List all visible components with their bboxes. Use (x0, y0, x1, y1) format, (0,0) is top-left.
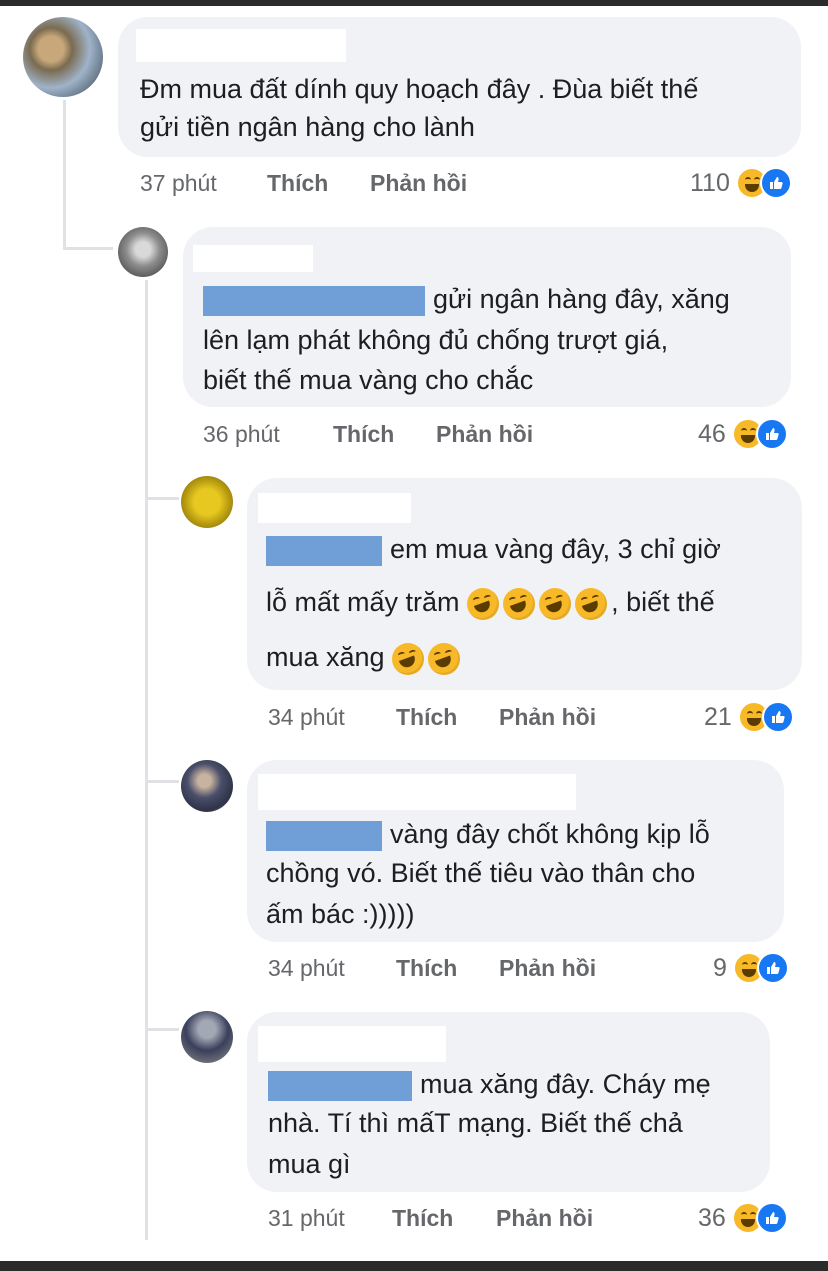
comment-meta: 36 phút Thích Phản hồi (203, 421, 783, 451)
reply-button[interactable]: Phản hồi (499, 955, 596, 982)
comment-time[interactable]: 36 phút (203, 421, 280, 448)
comment-text-line: em mua vàng đây, 3 chỉ giờ (266, 522, 721, 576)
like-button[interactable]: Thích (396, 955, 457, 982)
reply-button[interactable]: Phản hồi (499, 704, 596, 731)
comment-time[interactable]: 34 phút (268, 955, 345, 982)
redacted-mention (266, 535, 382, 566)
comment-time[interactable]: 31 phút (268, 1205, 345, 1232)
reaction-count: 21 (704, 702, 732, 731)
rofl-emoji-icon (467, 587, 500, 620)
like-icon (756, 952, 789, 984)
reply-button[interactable]: Phản hồi (496, 1205, 593, 1232)
reaction-summary[interactable]: 21 (704, 700, 798, 734)
reaction-summary[interactable]: 110 (690, 166, 796, 200)
comment-meta: 34 phút Thích Phản hồi (268, 955, 788, 985)
rofl-emoji-icon (539, 587, 572, 620)
reaction-summary[interactable]: 36 (698, 1201, 792, 1235)
comment-time[interactable]: 34 phút (268, 704, 345, 731)
like-button[interactable]: Thích (396, 704, 457, 731)
redacted-author-name (136, 29, 346, 62)
thread-line-level2 (145, 280, 148, 1240)
comment-time[interactable]: 37 phút (140, 170, 217, 197)
redacted-author-name (193, 245, 313, 272)
comment-text-line: gửi tiền ngân hàng cho lành (140, 112, 475, 142)
avatar[interactable] (181, 476, 233, 528)
like-icon (759, 167, 792, 199)
avatar[interactable] (118, 227, 168, 277)
comment-text: gửi ngân hàng đây, xăng (433, 284, 730, 314)
thread-line-elbow-4 (145, 780, 179, 783)
like-button[interactable]: Thích (392, 1205, 453, 1232)
reaction-summary[interactable]: 9 (713, 951, 793, 985)
like-icon (761, 701, 794, 733)
reaction-count: 46 (698, 419, 726, 448)
comment-text-line: ấm bác :))))) (266, 899, 415, 929)
reply-button[interactable]: Phản hồi (370, 170, 467, 197)
comment-text-line: lỗ mất mấy trăm , biết thế (266, 575, 715, 629)
comment-text-line: mua gì (268, 1149, 351, 1179)
comment-text: mua xăng đây. Cháy mẹ (420, 1069, 711, 1099)
rofl-emoji-icon (428, 642, 461, 675)
avatar[interactable] (181, 760, 233, 812)
top-frame-bar (0, 0, 828, 6)
reaction-summary[interactable]: 46 (698, 417, 792, 451)
reply-button[interactable]: Phản hồi (436, 421, 533, 448)
bottom-frame-bar (0, 1261, 828, 1271)
reaction-count: 36 (698, 1203, 726, 1232)
reaction-count: 110 (690, 168, 730, 197)
comment-text: mua xăng (266, 642, 385, 672)
comment-text: , biết thế (611, 587, 715, 617)
thread-line-root (63, 100, 66, 250)
rofl-emoji-icon (392, 642, 425, 675)
comment-text: em mua vàng đây, 3 chỉ giờ (390, 534, 721, 564)
like-icon (755, 1202, 788, 1234)
redacted-author-name (258, 493, 411, 523)
comment-text: vàng đây chốt không kịp lỗ (390, 819, 710, 849)
comment-text-line: biết thế mua vàng cho chắc (203, 365, 534, 395)
thread-line-root-elbow (63, 247, 113, 250)
comment-text-line: mua xăng (266, 630, 464, 684)
like-button[interactable]: Thích (333, 421, 394, 448)
avatar[interactable] (23, 17, 103, 97)
rofl-emoji-icon (575, 587, 608, 620)
avatar[interactable] (181, 1011, 233, 1063)
redacted-author-name (258, 774, 576, 810)
thread-line-elbow-5 (145, 1028, 179, 1031)
comment-text: lỗ mất mấy trăm (266, 587, 460, 617)
redacted-mention (203, 285, 425, 316)
like-button[interactable]: Thích (267, 170, 328, 197)
thread-line-elbow-3 (145, 497, 179, 500)
reaction-count: 9 (713, 953, 727, 982)
like-icon (755, 418, 788, 450)
rofl-emoji-icon (503, 587, 536, 620)
